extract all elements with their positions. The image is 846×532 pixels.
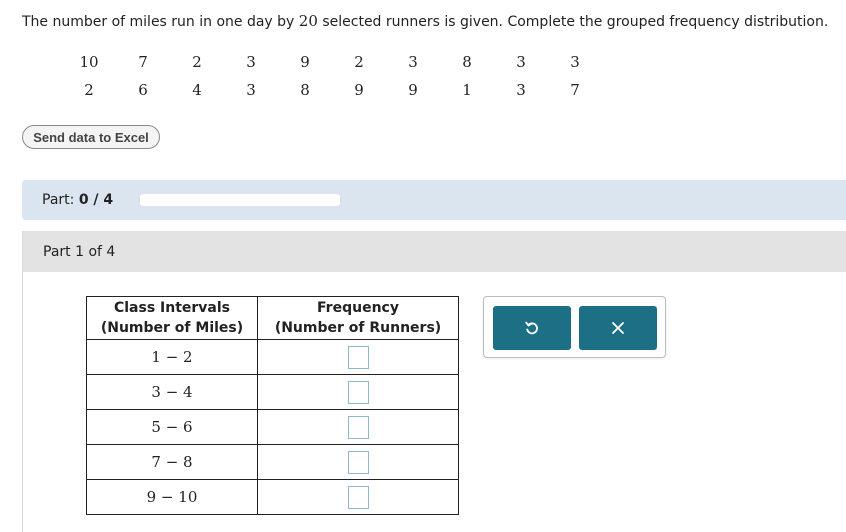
class-interval-cell: 3 − 4 [86,374,258,410]
header-line: Class Intervals [113,300,231,316]
class-interval-cell: 9 − 10 [86,479,258,515]
table-row: 3 − 4 [86,374,459,410]
data-value: 3 [408,53,418,71]
header-line: Frequency [317,300,399,316]
data-value: 3 [246,53,256,71]
clear-button[interactable] [579,306,657,350]
section-header: Part 1 of 4 [23,231,846,272]
data-value: 9 [300,53,310,71]
frequency-input[interactable] [347,485,369,509]
data-value: 8 [300,81,310,99]
data-value: 3 [246,81,256,99]
data-value: 2 [84,81,94,99]
prompt-text-after: selected runners is given. Complete the … [317,14,829,30]
table-row: 1 − 2 [86,339,459,375]
class-interval-cell: 7 − 8 [86,444,258,480]
frequency-input[interactable] [347,380,369,404]
table-row: 9 − 10 [86,479,459,515]
data-values-grid: 10 7 2 3 9 2 3 8 3 3 2 6 4 3 8 9 9 1 3 7 [62,52,602,108]
table-row: 5 − 6 [86,409,459,445]
header-line: (Number of Miles) [100,320,244,336]
data-value: 2 [354,53,364,71]
header-line: (Number of Runners) [274,320,442,336]
data-value: 1 [462,81,472,99]
frequency-input[interactable] [347,345,369,369]
column-header-class-intervals: Class Intervals (Number of Miles) [86,296,258,340]
frequency-input[interactable] [347,415,369,439]
part-progress-value: 0 / 4 [78,192,114,208]
data-value: 3 [516,53,526,71]
data-value: 7 [138,53,148,71]
data-value: 6 [138,81,148,99]
prompt-text-before: The number of miles run in one day by [22,14,299,30]
undo-icon [525,321,538,335]
part-progress-bar: Part: 0 / 4 [22,180,846,220]
frequency-table: Class Intervals (Number of Miles) Freque… [86,296,459,515]
data-value: 7 [570,81,580,99]
question-prompt: The number of miles run in one day by 20… [22,12,828,30]
frequency-cell [257,444,459,480]
data-value: 9 [408,81,418,99]
data-value: 8 [462,53,472,71]
answer-tools-panel [483,296,666,358]
part-progress-label: Part: 0 / 4 [42,192,113,208]
frequency-cell [257,374,459,410]
section-title: Part 1 of 4 [43,244,116,260]
frequency-cell [257,409,459,445]
progress-track [140,194,340,206]
data-value: 3 [516,81,526,99]
data-value: 4 [192,81,202,99]
table-row: 7 − 8 [86,444,459,480]
send-to-excel-button[interactable]: Send data to Excel [22,125,160,149]
frequency-input[interactable] [347,450,369,474]
frequency-cell [257,339,459,375]
data-value: 9 [354,81,364,99]
column-header-frequency: Frequency (Number of Runners) [257,296,459,340]
runner-count: 20 [298,12,318,30]
close-icon [612,322,624,334]
class-interval-cell: 1 − 2 [86,339,258,375]
class-interval-cell: 5 − 6 [86,409,258,445]
table-header-row: Class Intervals (Number of Miles) Freque… [86,296,459,340]
data-value: 10 [79,53,99,71]
undo-button[interactable] [493,306,571,350]
frequency-cell [257,479,459,515]
data-value: 2 [192,53,202,71]
part-label-text: Part: [42,192,75,208]
data-value: 3 [570,53,580,71]
